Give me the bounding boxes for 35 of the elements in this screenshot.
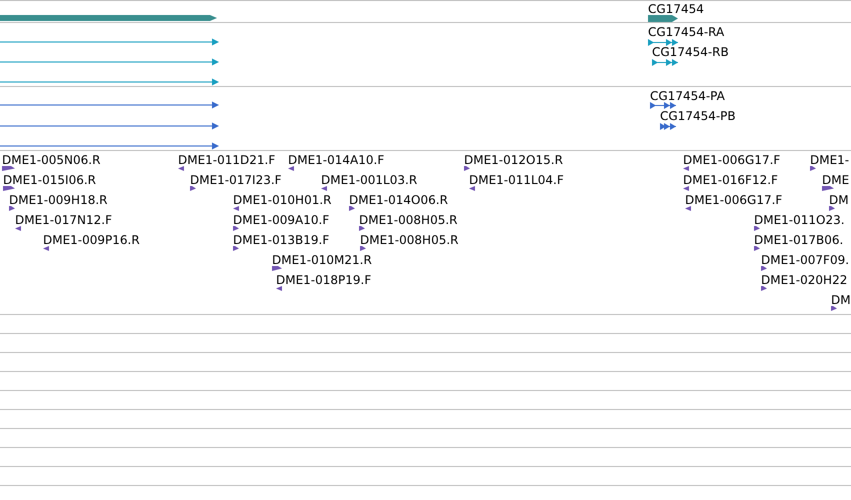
feature-label: DME1-008H05.R (359, 213, 458, 227)
feature-label: DME (822, 173, 850, 187)
feature-label: DME1-018P19.F (276, 273, 372, 287)
feature-label: DM (829, 193, 849, 207)
feature-label: DME1-011L04.F (469, 173, 564, 187)
feature-label: DME1-017I23.F (190, 173, 282, 187)
feature-label: DME1-013B19.F (233, 233, 330, 247)
feature-label: DME1-017N12.F (15, 213, 112, 227)
feature-label: CG17454-PB (660, 109, 736, 123)
feature-label: CG17454-RB (652, 45, 729, 59)
feature-label: DME1-006G17.F (683, 153, 780, 167)
feature-label: DME1-009A10.F (233, 213, 330, 227)
feature-label: DME1-016F12.F (683, 173, 778, 187)
feature-label: DM (831, 293, 851, 307)
feature-label: DME1-007F09. (761, 253, 850, 267)
feature-label: DME1-012O15.R (464, 153, 563, 167)
feature-label: DME1-011O23. (754, 213, 845, 227)
feature-label: DME1-010M21.R (272, 253, 372, 267)
feature-label: CG17454-PA (650, 89, 725, 103)
feature-label: CG17454-RA (648, 25, 724, 39)
feature-label: DME1-014A10.F (288, 153, 384, 167)
feature-label: DME1-001L03.R (321, 173, 418, 187)
feature-label: DME1-006G17.F (685, 193, 782, 207)
feature-label: DME1-009P16.R (43, 233, 140, 247)
feature-label: DME1-020H22 (761, 273, 848, 287)
feature-label: DME1-011D21.F (178, 153, 276, 167)
feature-label: DME1-017B06. (754, 233, 844, 247)
feature-label: DME1- (810, 153, 850, 167)
feature-label: DME1-009H18.R (9, 193, 108, 207)
feature-label: DME1-010H01.R (233, 193, 332, 207)
feature-label: DME1-014O06.R (349, 193, 448, 207)
feature-label: DME1-008H05.R (360, 233, 458, 247)
feature-label: DME1-005N06.R (2, 153, 100, 167)
feature-label: CG17454 (648, 2, 704, 16)
feature-label: DME1-015I06.R (3, 173, 96, 187)
